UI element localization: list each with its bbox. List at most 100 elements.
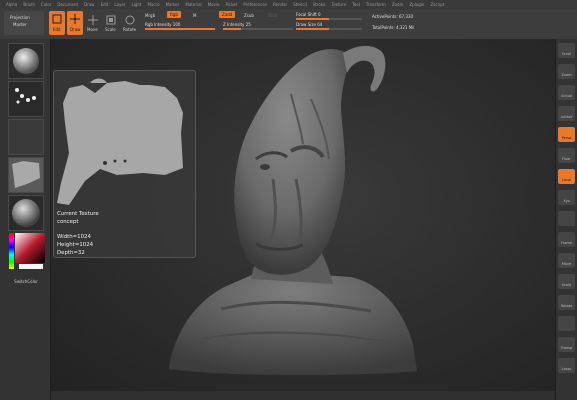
scale-icon (106, 15, 116, 25)
active-points: ActivePoints: 67,330 (372, 14, 414, 19)
right-tray-button-aahalf[interactable]: AAHalf (558, 106, 575, 121)
tool-thumbnail[interactable] (8, 195, 44, 231)
menu-item-draw[interactable]: Draw (84, 0, 94, 9)
edit-label: Edit (53, 27, 61, 32)
right-tray-button-rotate[interactable]: Rotate (558, 295, 575, 310)
popup-title: Current Texture (57, 211, 99, 217)
switch-color-button[interactable]: SwitchColor (8, 279, 44, 284)
rgb-intensity-fill (145, 28, 215, 30)
brush-thumbnail[interactable] (8, 81, 44, 117)
right-tray-button-xyz[interactable]: Xyz (558, 190, 575, 205)
menu-item-tool[interactable]: Tool (352, 0, 360, 9)
color-picker[interactable] (9, 233, 45, 269)
menu-item-zoom[interactable]: Zoom (392, 0, 404, 9)
menu-item-preferences[interactable]: Preferences (243, 0, 267, 9)
move-icon (88, 15, 98, 25)
menu-item-document[interactable]: Document (57, 0, 78, 9)
menu-bar: Alpha Brush Color Document Draw Edit Layer Ligh… (0, 0, 577, 9)
texture-icon (12, 161, 40, 188)
right-tray-button-local[interactable]: Local (558, 169, 575, 184)
right-tray-button-actual[interactable]: Actual (558, 85, 575, 100)
mrgb-toggle[interactable]: Mrgb (145, 13, 155, 18)
draw-size-slider[interactable]: Draw Size 64 (296, 22, 362, 30)
right-tray-button-transp[interactable]: Transp (558, 337, 575, 352)
right-tray-button-scale[interactable]: Scale (558, 274, 575, 289)
popup-texture-name: concept (57, 219, 79, 225)
menu-item-edit[interactable]: Edit (101, 0, 109, 9)
right-tray-button-spacer-13[interactable] (558, 316, 575, 331)
right-tray-button-frame[interactable]: Frame (558, 232, 575, 247)
z-intensity-label: Z Intensity 25 (223, 22, 251, 27)
menu-item-marker[interactable]: Marker (166, 0, 180, 9)
edit-button[interactable]: Edit (49, 11, 65, 35)
projection-master-label-1: Projection (10, 15, 30, 20)
menu-item-macro[interactable]: Macro (147, 0, 159, 9)
projection-master-label-2: Master (13, 22, 27, 27)
zadd-toggle[interactable]: Zadd (219, 11, 236, 18)
rotate-label: Rotate (123, 27, 137, 32)
menu-item-transform[interactable]: Transform (366, 0, 386, 9)
right-tray-button-spacer-8[interactable] (558, 211, 575, 226)
z-intensity-slider[interactable]: Z Intensity 25 (223, 22, 293, 30)
material-thumbnail[interactable] (8, 43, 44, 79)
menu-item-alpha[interactable]: Alpha (6, 0, 17, 9)
z-intensity-fill (223, 28, 241, 30)
current-texture-popup: Current Texture concept Width=1024 Heigh… (53, 70, 196, 258)
bottom-bar (51, 391, 555, 400)
rgb-intensity-slider[interactable]: Rgb Intensity 100 (145, 22, 215, 30)
alpha-thumbnail[interactable] (8, 119, 44, 155)
top-toolbar: Projection Master Edit Draw Move Scale R… (0, 9, 577, 40)
menu-item-texture[interactable]: Texture (331, 0, 346, 9)
menu-item-light[interactable]: Light (131, 0, 141, 9)
draw-size-label: Draw Size 64 (296, 22, 323, 27)
total-points: TotalPoints: 4,321 Mil (372, 25, 415, 30)
menu-item-layer[interactable]: Layer (114, 0, 125, 9)
focal-shift-fill (296, 18, 329, 20)
menu-item-material[interactable]: Material (185, 0, 201, 9)
m-toggle[interactable]: M (193, 13, 196, 18)
move-label: Move (87, 27, 98, 32)
popup-height: Height=1024 (57, 242, 94, 248)
edit-icon (52, 14, 62, 24)
focal-shift-slider[interactable]: Focal Shift 0 (296, 12, 362, 20)
texture-preview-image (57, 78, 183, 205)
menu-item-zplugin[interactable]: Zplugin (409, 0, 424, 9)
draw-button[interactable]: Draw (67, 11, 83, 35)
sphere-tool-icon (12, 199, 40, 227)
color-square[interactable] (9, 233, 45, 269)
draw-size-fill (296, 28, 329, 30)
rgb-intensity-label: Rgb Intensity 100 (145, 22, 181, 27)
right-tray-button-floor[interactable]: Floor (558, 148, 575, 163)
menu-item-picker[interactable]: Picker (225, 0, 237, 9)
popup-depth: Depth=32 (57, 250, 85, 256)
left-tray (0, 39, 51, 400)
projection-master-button[interactable]: Projection Master (4, 11, 44, 35)
rgb-toggle[interactable]: Rgb (167, 11, 181, 18)
menu-item-color[interactable]: Color (41, 0, 51, 9)
menu-item-movie[interactable]: Movie (208, 0, 220, 9)
move-button[interactable]: Move (86, 11, 100, 35)
menu-item-stencil[interactable]: Stencil (293, 0, 307, 9)
right-tray-button-move[interactable]: Move (558, 253, 575, 268)
zcut-toggle[interactable]: Zcut (268, 13, 277, 18)
texture-thumbnail[interactable] (8, 157, 44, 193)
draw-label: Draw (70, 27, 81, 32)
rotate-icon (125, 15, 135, 25)
draw-icon (70, 14, 80, 24)
menu-item-zscript[interactable]: Zscript (430, 0, 444, 9)
material-sphere-icon (13, 48, 39, 74)
menu-item-render[interactable]: Render (273, 0, 287, 9)
right-tray-button-scroll[interactable]: Scroll (558, 43, 575, 58)
right-tray-button-zoom[interactable]: Zoom (558, 64, 575, 79)
menu-item-stroke[interactable]: Stroke (313, 0, 326, 9)
rotate-button[interactable]: Rotate (122, 11, 138, 35)
dots-stroke-icon (15, 88, 36, 104)
popup-width: Width=1024 (57, 234, 91, 240)
right-tray-button-persp[interactable]: Persp (558, 127, 575, 142)
focal-shift-label: Focal Shift 0 (296, 12, 321, 17)
right-tray-button-lasso[interactable]: Lasso (558, 358, 575, 373)
scale-button[interactable]: Scale (104, 11, 118, 35)
right-tray: Scroll Zoom Actual AAHalf Persp Floor Local Xyz… (555, 39, 577, 400)
zsub-toggle[interactable]: Zsub (244, 13, 254, 18)
menu-item-brush[interactable]: Brush (23, 0, 35, 9)
